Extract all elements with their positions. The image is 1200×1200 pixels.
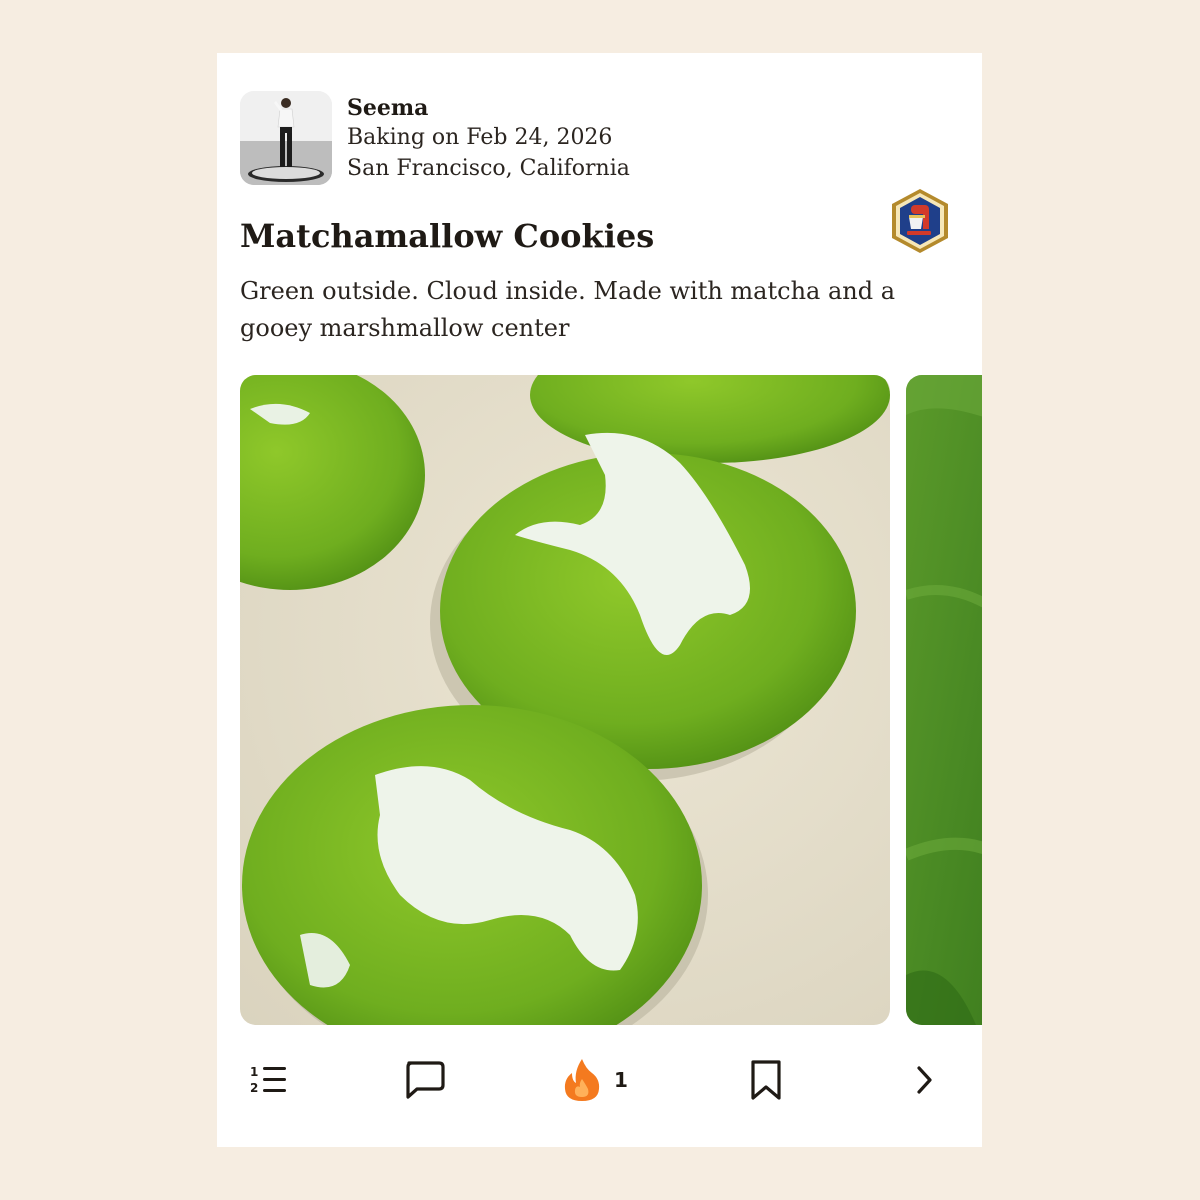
photo-cookies[interactable] (240, 375, 890, 1025)
activity-date: Baking on Feb 24, 2026 (347, 125, 613, 150)
comment-icon[interactable] (403, 1056, 449, 1104)
svg-text:1: 1 (250, 1065, 258, 1079)
chevron-right-icon[interactable] (913, 1056, 949, 1104)
numbered-list-icon[interactable]: 1 2 (250, 1056, 296, 1104)
fire-icon (564, 1059, 600, 1101)
post-title[interactable]: Matchamallow Cookies (240, 217, 654, 255)
fire-count: 1 (614, 1068, 628, 1092)
location: San Francisco, California (347, 156, 630, 181)
stand-mixer-badge-icon[interactable] (889, 187, 951, 255)
svg-text:2: 2 (250, 1081, 258, 1095)
post-card: Seema Baking on Feb 24, 2026 San Francis… (217, 53, 982, 1147)
author-name[interactable]: Seema (347, 95, 428, 121)
avatar[interactable] (240, 91, 332, 185)
fire-button[interactable]: 1 (562, 1056, 652, 1104)
bookmark-icon[interactable] (749, 1056, 795, 1104)
post-description: Green outside. Cloud inside. Made with m… (240, 277, 896, 342)
photo-matcha-powder[interactable] (906, 375, 982, 1025)
